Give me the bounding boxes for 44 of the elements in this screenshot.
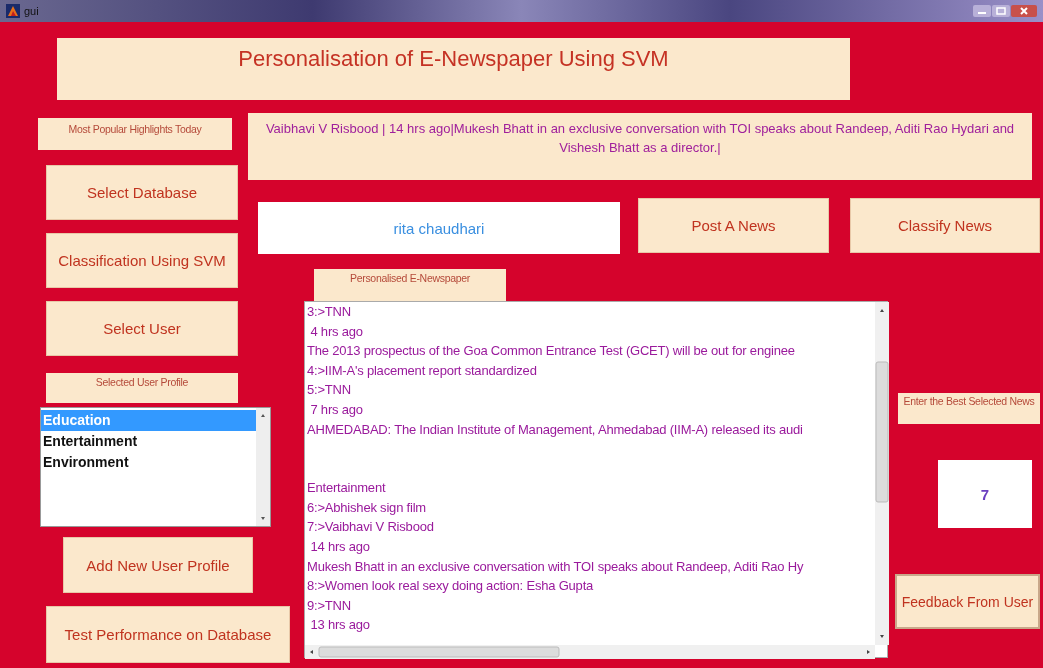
- post-news-button[interactable]: Post A News: [638, 198, 829, 253]
- profile-item[interactable]: Entertainment: [41, 431, 256, 452]
- news-line: 9:>TNN: [307, 596, 352, 615]
- newspaper-text-area[interactable]: [304, 301, 888, 658]
- news-line: The 2013 prospectus of the Goa Common Entrance Test (GCET) will be out for enginee: [307, 342, 796, 361]
- action-button[interactable]: Classification Using SVM: [46, 233, 238, 288]
- action-button[interactable]: Select User: [46, 301, 238, 356]
- news-line: 6:>Abhishek sign film: [307, 498, 427, 517]
- app-title: Personalisation of E-Newspaper Using SVM: [57, 38, 850, 100]
- profile-label: Selected User Profile: [46, 373, 238, 403]
- highlights-label: Most Popular Highlights Today: [38, 118, 232, 150]
- user-name-field[interactable]: rita chaudhari: [258, 202, 620, 254]
- news-line: 4:>IIM-A's placement report standardized: [307, 361, 538, 380]
- app-icon: [6, 4, 20, 18]
- headline-text: Vaibhavi V Risbood | 14 hrs ago|Mukesh Bhatt in an exclusive conversation with TOI speaks about Randeep, Aditi Rao Hydari and Vishesh Bhatt as a director.|: [248, 113, 1032, 180]
- profile-item[interactable]: Environment: [41, 452, 256, 473]
- profile-item[interactable]: Education: [41, 410, 256, 431]
- news-line: Mukesh Bhatt in an exclusive conversation with TOI speaks about Randeep, Aditi Rao Hy: [307, 557, 805, 576]
- best-news-label: Enter the Best Selected News: [898, 393, 1040, 424]
- news-line: 14 hrs ago: [309, 537, 371, 556]
- news-line: AHMEDABAD: The Indian Institute of Management, Ahmedabad (IIM-A) released its audi: [307, 420, 804, 439]
- feedback-button[interactable]: Feedback From User: [895, 574, 1040, 629]
- newspaper-label: Personalised E-Newspaper: [314, 269, 506, 301]
- maximize-icon[interactable]: [992, 5, 1010, 17]
- scrollbar[interactable]: [256, 408, 270, 526]
- vertical-scrollbar[interactable]: [875, 302, 889, 645]
- test-performance-button[interactable]: Test Performance on Database: [46, 606, 290, 663]
- profile-listbox[interactable]: Education Entertainment Environment: [40, 407, 271, 527]
- window-title: gui: [24, 5, 39, 17]
- news-line: 7:>Vaibhavi V Risbood: [307, 518, 435, 537]
- classify-news-button[interactable]: Classify News: [850, 198, 1040, 253]
- news-line: 3:>TNN: [307, 303, 352, 321]
- news-line: 8:>Women look real sexy doing action: Esha Gupta: [307, 577, 595, 596]
- news-line: 5:>TNN: [307, 381, 352, 400]
- news-line: Entertainment: [307, 479, 387, 498]
- best-news-field[interactable]: 7: [938, 460, 1032, 528]
- horizontal-scrollbar[interactable]: [305, 645, 875, 659]
- news-line: 13 hrs ago: [309, 616, 371, 635]
- close-icon[interactable]: [1011, 5, 1037, 17]
- news-line: 4 hrs ago: [309, 322, 364, 341]
- news-line: 7 hrs ago: [309, 400, 364, 419]
- minimize-icon[interactable]: [973, 5, 991, 17]
- action-button[interactable]: Select Database: [46, 165, 238, 220]
- add-profile-button[interactable]: Add New User Profile: [63, 537, 253, 593]
